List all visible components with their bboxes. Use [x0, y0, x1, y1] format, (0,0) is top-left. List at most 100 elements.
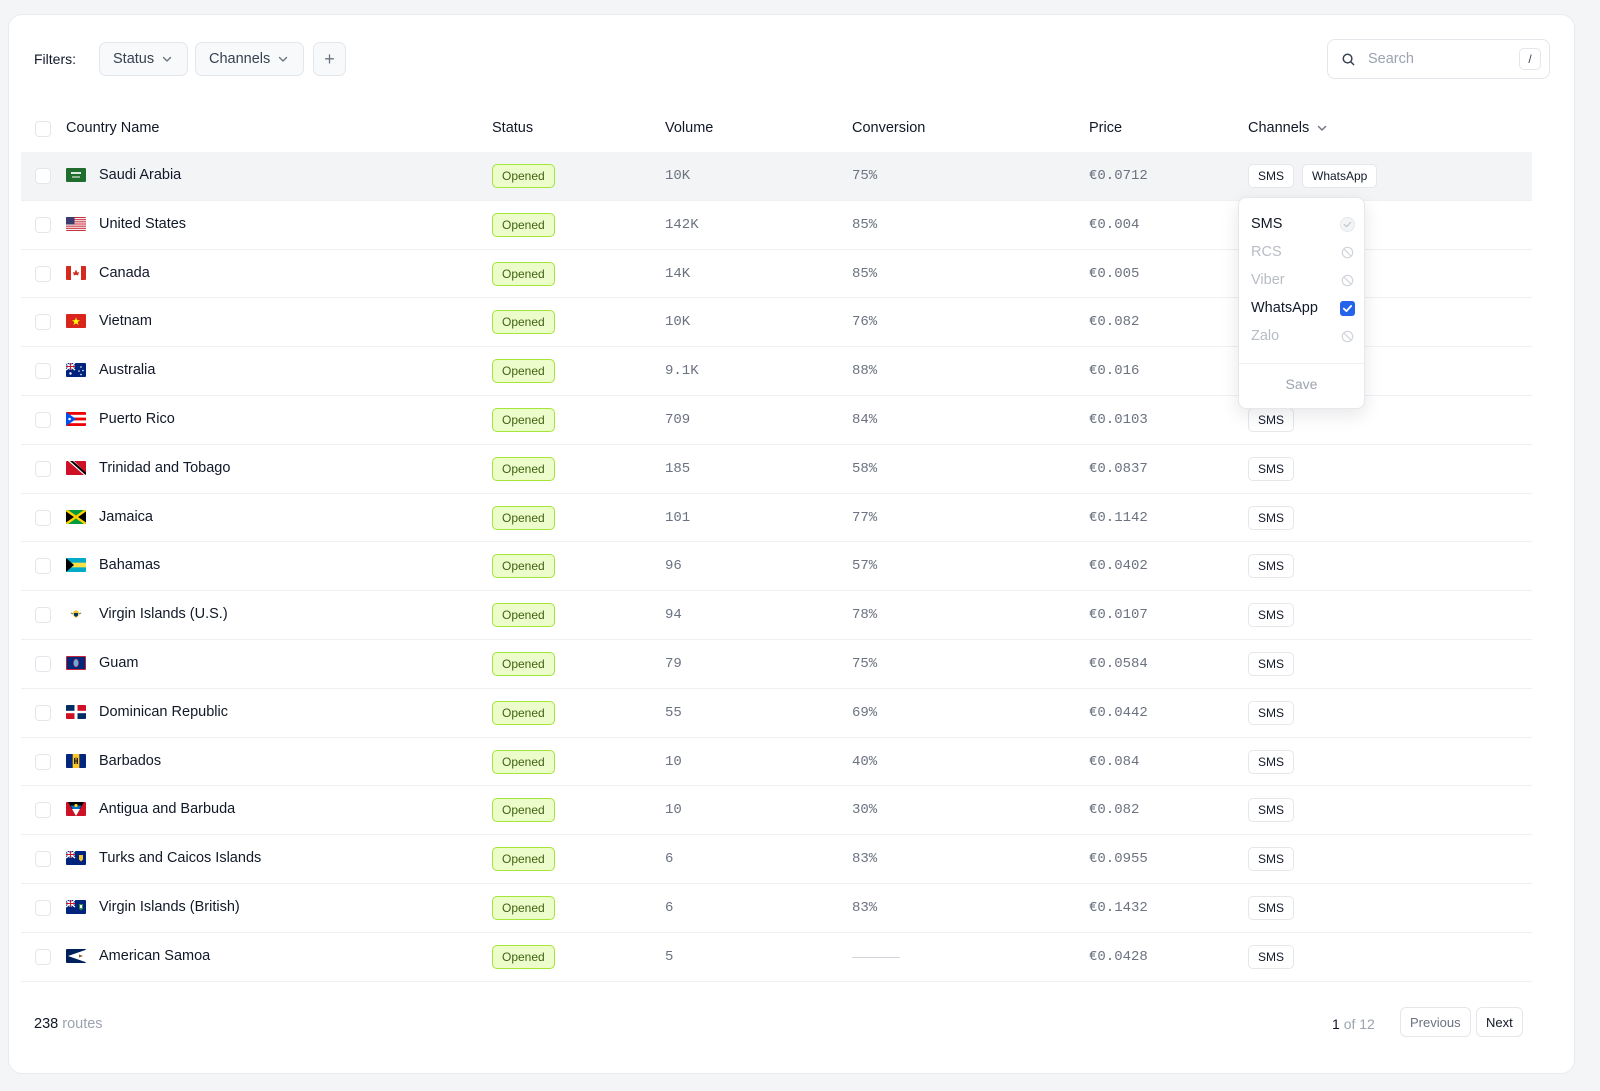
column-header-volume[interactable]: Volume: [665, 120, 713, 136]
row-checkbox[interactable]: [35, 265, 51, 282]
table-row[interactable]: Virgin Islands (U.S.) Opened 94 78% €0.0107 S…: [21, 591, 1532, 640]
price-value: €0.0442: [1089, 704, 1148, 721]
row-checkbox[interactable]: [35, 558, 51, 575]
country-name: Canada: [99, 264, 150, 281]
chevron-down-icon: [162, 56, 172, 62]
channel-chip[interactable]: SMS: [1248, 456, 1295, 481]
table-row[interactable]: Dominican Republic Opened 55 69% €0.0442 SMS: [21, 689, 1532, 738]
search-box[interactable]: /: [1327, 39, 1550, 79]
conversion-value: 85%: [852, 265, 878, 282]
volume-value: 10K: [665, 168, 691, 184]
table-row[interactable]: Virgin Islands (British) Opened 6 83% €0.143…: [21, 884, 1532, 933]
column-header-conversion[interactable]: Conversion: [852, 120, 925, 136]
price-value: €0.1432: [1089, 899, 1148, 916]
save-button[interactable]: Save: [1239, 376, 1364, 392]
channels-dropdown: SMS RCS Viber WhatsApp Zalo Save: [1238, 197, 1365, 409]
table-row[interactable]: Antigua and Barbuda Opened 10 30% €0.082 SMS: [21, 786, 1532, 836]
row-checkbox[interactable]: [35, 899, 51, 916]
price-value: €0.084: [1089, 753, 1140, 770]
channel-chip[interactable]: SMS: [1248, 700, 1295, 725]
channel-chip[interactable]: SMS: [1248, 603, 1295, 628]
table-row[interactable]: Turks and Caicos Islands Opened 6 83% €0.095…: [21, 835, 1532, 884]
row-checkbox[interactable]: [35, 851, 51, 868]
flag-do-icon: [66, 704, 86, 719]
checkbox-checked-icon[interactable]: [1340, 300, 1355, 316]
row-checkbox[interactable]: [35, 314, 51, 331]
channel-chip[interactable]: SMS: [1248, 407, 1295, 432]
country-name: Saudi Arabia: [99, 167, 182, 183]
volume-value: 101: [665, 509, 691, 526]
flag-tc-icon: [66, 851, 86, 866]
price-value: €0.0107: [1089, 607, 1148, 624]
routes-card: Filters: Status Channels + / Country Nam…: [8, 14, 1575, 1074]
route-count-value: 238: [34, 1016, 59, 1032]
status-badge: Opened: [492, 310, 555, 335]
select-all-checkbox[interactable]: [35, 121, 51, 137]
channels-filter-button[interactable]: Channels: [195, 42, 305, 76]
table-row[interactable]: Barbados Opened 10 40% €0.084 SMS: [21, 738, 1532, 787]
channel-chip[interactable]: SMS: [1248, 944, 1295, 969]
status-badge: Opened: [492, 407, 555, 432]
volume-value: 6: [665, 899, 674, 916]
channel-chip[interactable]: WhatsApp: [1302, 164, 1378, 188]
row-checkbox[interactable]: [35, 460, 51, 477]
row-checkbox[interactable]: [35, 753, 51, 770]
add-filter-button[interactable]: +: [313, 42, 346, 76]
column-header-channels-label: Channels: [1248, 120, 1310, 136]
column-header-price[interactable]: Price: [1089, 120, 1122, 136]
status-filter-button[interactable]: Status: [99, 42, 189, 76]
volume-value: 9.1K: [665, 363, 699, 380]
country-name: Bahamas: [99, 557, 161, 574]
channel-chip[interactable]: SMS: [1248, 554, 1295, 579]
row-checkbox[interactable]: [35, 411, 51, 428]
channels-filter-label: Channels: [209, 51, 271, 67]
channel-chip[interactable]: SMS: [1248, 798, 1295, 823]
table-row[interactable]: Saudi Arabia Opened 10K 75% €0.0712 SMS WhatsA…: [21, 152, 1532, 201]
check-disabled-icon: [1340, 216, 1355, 232]
channel-chip[interactable]: SMS: [1248, 164, 1295, 188]
channel-option-sms[interactable]: SMS: [1251, 212, 1355, 236]
table-row[interactable]: Guam Opened 79 75% €0.0584 SMS: [21, 640, 1532, 689]
column-header-country[interactable]: Country Name: [66, 120, 159, 136]
search-input[interactable]: [1368, 51, 1508, 67]
country-name: Turks and Caicos Islands: [99, 850, 262, 867]
table-row[interactable]: Jamaica Opened 101 77% €0.1142 SMS: [21, 494, 1532, 543]
column-header-channels[interactable]: Channels: [1248, 120, 1329, 136]
table-row[interactable]: Bahamas Opened 96 57% €0.0402 SMS: [21, 542, 1532, 592]
channel-option-viber: Viber: [1251, 268, 1355, 292]
conversion-value: 75%: [852, 168, 878, 184]
row-checkbox[interactable]: [35, 363, 51, 380]
status-badge: Opened: [492, 164, 555, 188]
conversion-value: 40%: [852, 753, 878, 770]
channel-option-label: RCS: [1251, 244, 1282, 260]
channel-chip[interactable]: SMS: [1248, 505, 1295, 530]
price-value: €0.005: [1089, 265, 1140, 282]
column-header-status[interactable]: Status: [492, 120, 533, 136]
table-row[interactable]: Trinidad and Tobago Opened 185 58% €0.0837 SM…: [21, 445, 1532, 494]
row-checkbox[interactable]: [35, 704, 51, 721]
flag-vn-icon: [66, 314, 86, 329]
row-checkbox[interactable]: [35, 216, 51, 233]
channel-chip[interactable]: SMS: [1248, 651, 1295, 676]
row-checkbox[interactable]: [35, 948, 51, 965]
volume-value: 10K: [665, 314, 691, 331]
previous-button[interactable]: Previous: [1400, 1007, 1471, 1037]
channel-chip[interactable]: SMS: [1248, 749, 1295, 774]
row-checkbox[interactable]: [35, 607, 51, 624]
row-checkbox[interactable]: [35, 655, 51, 672]
price-value: €0.016: [1089, 363, 1140, 380]
row-checkbox[interactable]: [35, 802, 51, 819]
channel-chip[interactable]: SMS: [1248, 847, 1295, 872]
row-checkbox[interactable]: [35, 168, 51, 184]
channel-chip[interactable]: SMS: [1248, 895, 1295, 920]
table-row[interactable]: American Samoa Opened 5 €0.0428 SMS: [21, 933, 1532, 982]
status-badge: Opened: [492, 359, 555, 384]
chevron-down-icon: [1318, 125, 1327, 131]
flag-ca-icon: [66, 265, 86, 280]
row-checkbox[interactable]: [35, 509, 51, 526]
next-button[interactable]: Next: [1476, 1007, 1523, 1037]
flag-jm-icon: [66, 509, 86, 524]
channel-option-whatsapp[interactable]: WhatsApp: [1251, 296, 1355, 320]
route-count: 238 routes: [34, 1016, 103, 1032]
volume-value: 55: [665, 704, 682, 721]
